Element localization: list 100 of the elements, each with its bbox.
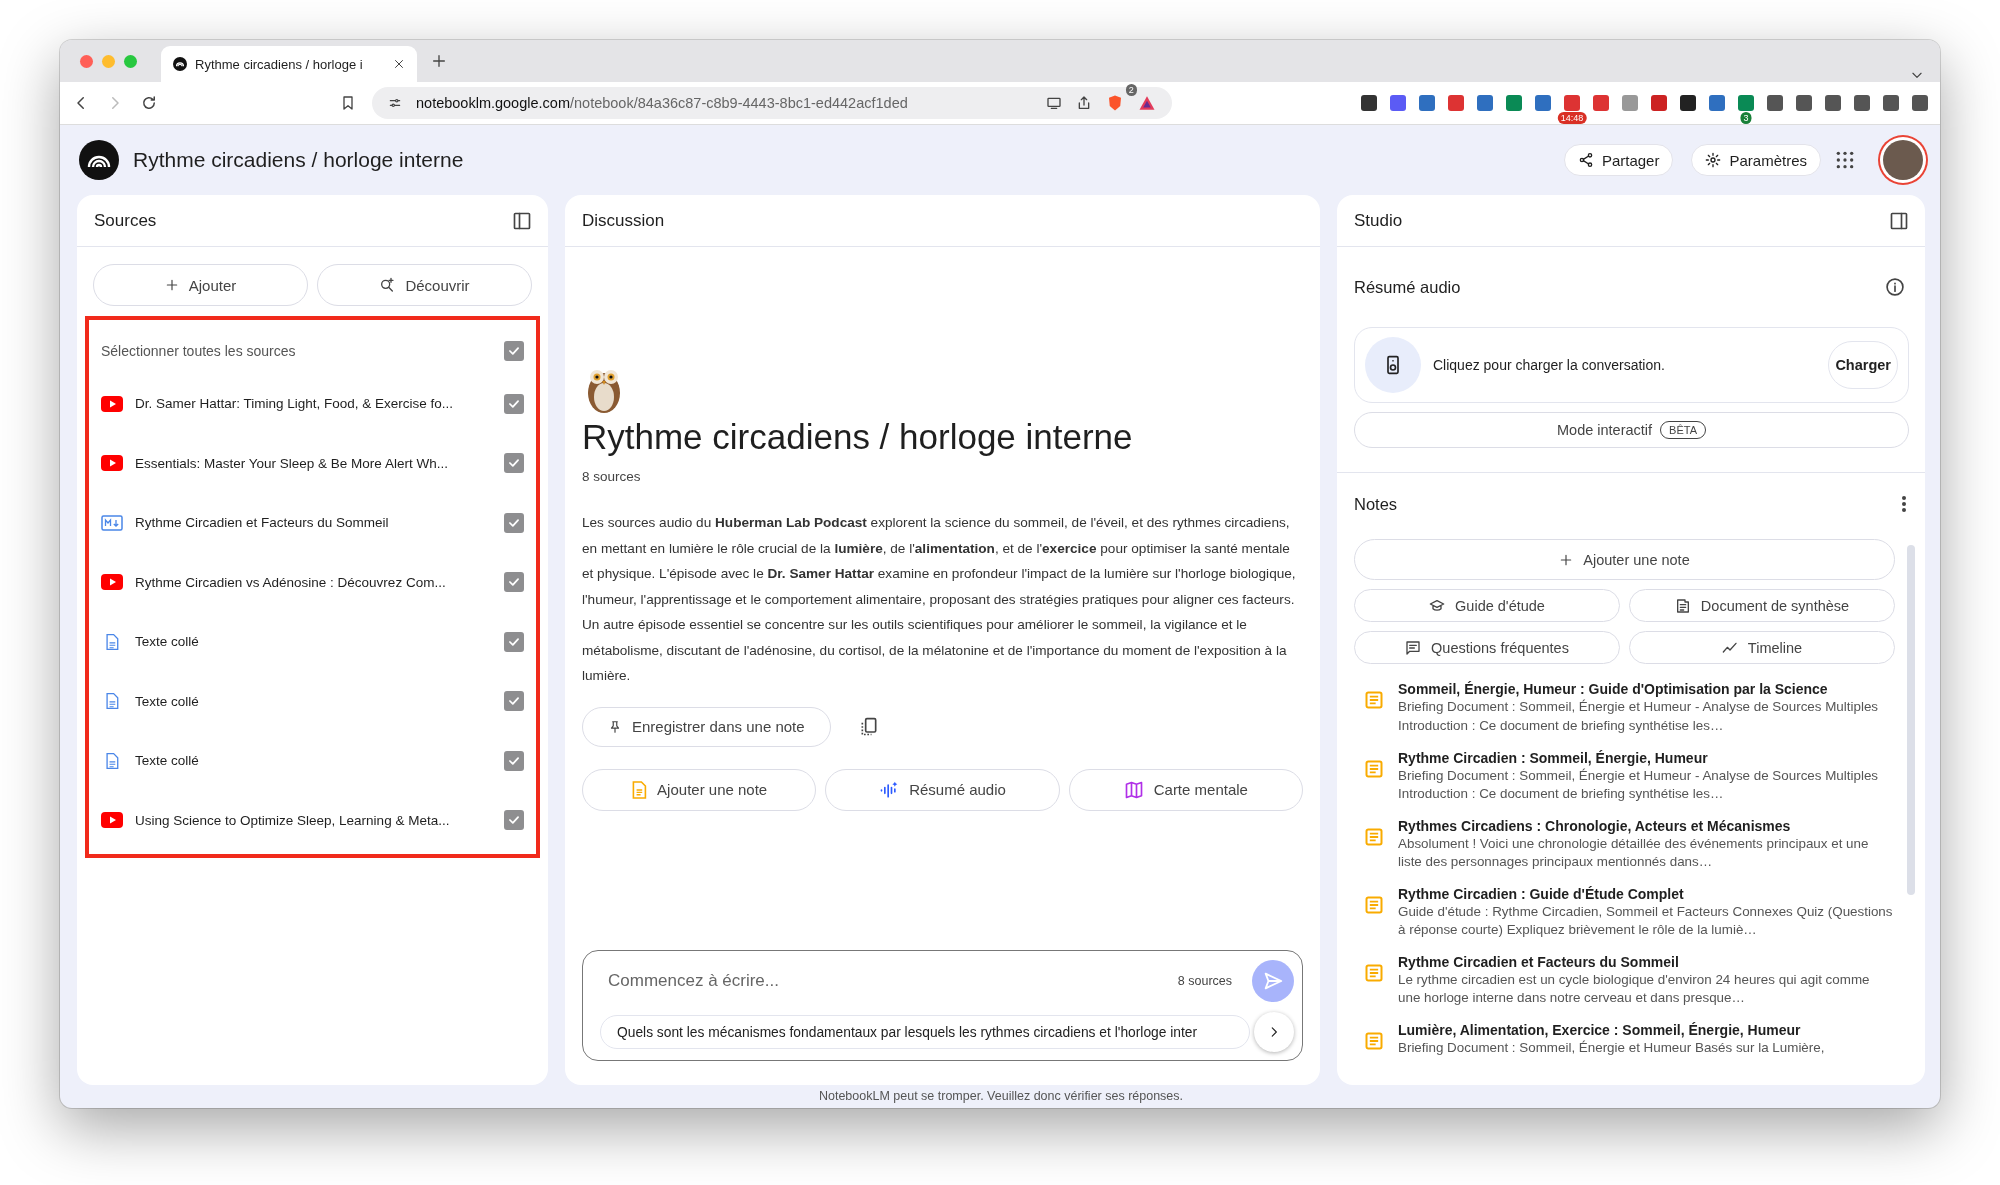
notebook-heading: Rythme circadiens / horloge interne <box>582 417 1134 457</box>
note-icon <box>631 779 648 800</box>
add-note-button[interactable]: Ajouter une note <box>1354 539 1895 581</box>
window-control-dot[interactable] <box>80 54 93 68</box>
extension-icon[interactable] <box>1651 95 1667 111</box>
apps-grid-icon[interactable] <box>1835 150 1855 170</box>
source-item[interactable]: Rythme Circadien et Facteurs du Sommeil <box>89 493 536 553</box>
note-icon <box>1364 758 1384 779</box>
extension-icon[interactable] <box>1709 95 1725 111</box>
note-action-button[interactable]: Timeline <box>1629 631 1895 665</box>
save-to-note-button[interactable]: Enregistrer dans une note <box>582 706 831 747</box>
load-button[interactable]: Charger <box>1828 341 1898 389</box>
source-item[interactable]: Essentials: Master Your Sleep & Be More Alert Wh... <box>89 433 536 493</box>
window-control-dot[interactable] <box>102 54 115 68</box>
tab-title: Rythme circadiens / horloge i <box>195 56 364 72</box>
summary-paragraph: Les sources audio du Huberman Lab Podcast explorent la science du sommeil, de l'éveil, et des rythmes circadiens, en mettant en lumière le rôle crucial de la lumière, de l'alimentation, et de l'exercice pour optimiser la santé mentale et physique. L'épisode avec le Dr. Samer Hattar examine en profondeur l'impact de la lumière sur l'horloge biologique, l'humeur, l'apprentissage et le comportement alimentaire, proposant des stratégies pratiques pour aligner ces facteurs. Un autre épisode essentiel se concentre sur les outils scientifiques pour améliorer le sommeil, la vigilance et le métabolisme, discutant de l'adénosine, du cortisol, de la mélatonine et de l'importance du moment de l'exposition à la lumière. <box>582 514 1297 685</box>
extension-icon[interactable] <box>1738 95 1754 111</box>
note-item[interactable]: Sommeil, Énergie, Humeur : Guide d'Optimisation par la Science Briefing Document : Sommeil, Énergie et Humeur - Analyse de Sources Multiples Introduction : Ce document de briefing synthétise les… <box>1354 676 1895 745</box>
send-button[interactable] <box>1252 959 1294 1002</box>
suggestion-chip[interactable]: Quels sont les mécanismes fondamentaux par lesquels les rythmes circadiens et l'horloge inter <box>600 1015 1250 1049</box>
note-item[interactable]: Lumière, Alimentation, Exercice : Sommeil, Énergie, Humeur Briefing Document : Sommeil, Énergie et Humeur Basés sur la Lumière, <box>1354 1016 1895 1085</box>
site-settings-icon[interactable] <box>388 96 402 110</box>
source-item[interactable]: Rythme Circadien vs Adénosine : Découvrez Com... <box>89 552 536 612</box>
source-item[interactable]: Using Science to Optimize Sleep, Learning & Meta... <box>89 790 536 850</box>
extension-icon[interactable] <box>1854 95 1870 111</box>
extension-icon[interactable] <box>1390 95 1406 111</box>
scrollbar[interactable] <box>1907 545 1915 895</box>
message-input[interactable]: Commencez à écrire... <box>600 970 1158 991</box>
note-title: Rythme Circadien et Facteurs du Sommeil <box>1398 952 1680 971</box>
extension-icon[interactable] <box>1912 95 1928 111</box>
note-icon <box>1364 962 1384 983</box>
note-icon <box>1364 894 1384 915</box>
checkbox[interactable] <box>504 393 524 414</box>
sidebar-toggle-icon[interactable] <box>512 210 532 231</box>
note-item[interactable]: Rythme Circadien et Facteurs du Sommeil Le rythme circadien est un cycle biologique d'environ 24 heures qui agit comme une horloge interne dans notre cerveau et dans presque… <box>1354 948 1895 1017</box>
checkbox[interactable] <box>504 691 524 712</box>
extension-icon[interactable] <box>1593 95 1609 111</box>
reload-icon[interactable] <box>140 94 158 112</box>
discover-button[interactable]: Découvrir <box>317 264 532 306</box>
extension-icon[interactable] <box>1361 95 1377 111</box>
cast-icon[interactable] <box>1046 95 1062 111</box>
share-icon[interactable] <box>1076 95 1092 111</box>
source-item[interactable]: Texte collé <box>89 731 536 791</box>
source-item[interactable]: Texte collé <box>89 671 536 731</box>
source-item[interactable]: Dr. Samer Hattar: Timing Light, Food, & Exercise fo... <box>89 374 536 434</box>
notebook-title: Rythme circadiens / horloge interne <box>133 148 464 172</box>
panel-title: Sources <box>94 210 157 231</box>
extension-icon[interactable] <box>1448 95 1464 111</box>
note-preview: Briefing Document : Sommeil, Énergie et Humeur Basés sur la Lumière, <box>1398 1038 1826 1057</box>
quick-action-button[interactable]: Résumé audio <box>825 768 1060 811</box>
browser-tab[interactable]: Rythme circadiens / horloge i <box>161 46 417 82</box>
note-item[interactable]: Rythme Circadien : Guide d'Étude Complet Guide d'étude : Rythme Circadien, Sommeil et Facteurs Connexes Quiz (Questions à réponse courte) Expliquez brièvement le rôle de la lumiè… <box>1354 880 1895 949</box>
extension-icon[interactable] <box>1419 95 1435 111</box>
quick-action-button[interactable]: Carte mentale <box>1068 768 1303 811</box>
bookmark-icon[interactable] <box>340 95 356 111</box>
close-icon[interactable] <box>393 58 405 70</box>
note-preview: Le rythme circadien est un cycle biologique d'environ 24 heures qui agit comme une horloge interne dans notre cerveau et dans presque… <box>1398 970 1871 1008</box>
checkbox[interactable] <box>504 750 524 771</box>
source-item[interactable]: Texte collé <box>89 612 536 672</box>
info-icon[interactable] <box>1885 277 1905 297</box>
extension-icon[interactable] <box>1680 95 1696 111</box>
note-icon <box>1364 1030 1384 1051</box>
checkbox[interactable] <box>504 453 524 474</box>
extension-icon[interactable] <box>1825 95 1841 111</box>
new-tab-icon[interactable] <box>431 53 447 69</box>
share-button[interactable]: Partager <box>1563 144 1674 176</box>
note-action-button[interactable]: Questions fréquentes <box>1354 631 1620 665</box>
extension-icon[interactable] <box>1506 95 1522 111</box>
settings-button[interactable]: Paramètres <box>1691 144 1821 176</box>
triangle-icon[interactable] <box>1138 94 1156 112</box>
quick-action-button[interactable]: Ajouter une note <box>582 768 817 811</box>
extension-icon[interactable] <box>1564 95 1580 111</box>
note-action-button[interactable]: Document de synthèse <box>1629 589 1895 623</box>
checkbox[interactable] <box>504 572 524 593</box>
add-source-button[interactable]: Ajouter <box>93 264 308 306</box>
checkbox[interactable] <box>504 810 524 831</box>
window-control-dot[interactable] <box>124 54 137 68</box>
extension-icon[interactable] <box>1477 95 1493 111</box>
source-title: Texte collé <box>135 634 200 650</box>
address-bar[interactable]: notebooklm.google.com/notebook/84a36c87-c8b9-4443-8bc1-ed442acf1ded 2 <box>372 87 1172 119</box>
note-icon <box>1364 826 1384 847</box>
interactive-mode-button[interactable]: Mode interactif BÊTA <box>1354 412 1909 448</box>
extension-icon[interactable] <box>1796 95 1812 111</box>
note-item[interactable]: Rythmes Circadiens : Chronologie, Acteurs et Mécanismes Absolument ! Voici une chronologie détaillée des événements principaux et une liste des personnages principaux mentionnés dans… <box>1354 812 1895 881</box>
note-action-button[interactable]: Guide d'étude <box>1354 589 1620 623</box>
disclaimer-text: NotebookLM peut se tromper. Veuillez donc vérifier ses réponses. <box>817 1088 1185 1105</box>
source-title: Dr. Samer Hattar: Timing Light, Food, & Exercise fo... <box>135 396 455 412</box>
extension-icon[interactable] <box>1883 95 1899 111</box>
checkbox[interactable] <box>504 341 524 361</box>
sidebar-toggle-icon[interactable] <box>1889 210 1909 231</box>
note-title: Lumière, Alimentation, Exercice : Sommeil, Énergie, Humeur <box>1398 1020 1802 1039</box>
note-item[interactable]: Rythme Circadien : Sommeil, Énergie, Humeur Briefing Document : Sommeil, Énergie et Humeur - Analyse de Sources Multiples Introduction : Ce document de briefing synthétise les… <box>1354 744 1895 813</box>
checkbox[interactable] <box>504 512 524 533</box>
video-play-icon <box>101 574 123 591</box>
extension-icon[interactable] <box>1535 95 1551 111</box>
source-title: Essentials: Master Your Sleep & Be More Alert Wh... <box>135 455 449 471</box>
more-vertical-icon[interactable] <box>1901 495 1907 513</box>
extension-icon[interactable] <box>1767 95 1783 111</box>
checkbox[interactable] <box>504 631 524 652</box>
note-title: Rythme Circadien : Guide d'Étude Complet <box>1398 884 1685 903</box>
